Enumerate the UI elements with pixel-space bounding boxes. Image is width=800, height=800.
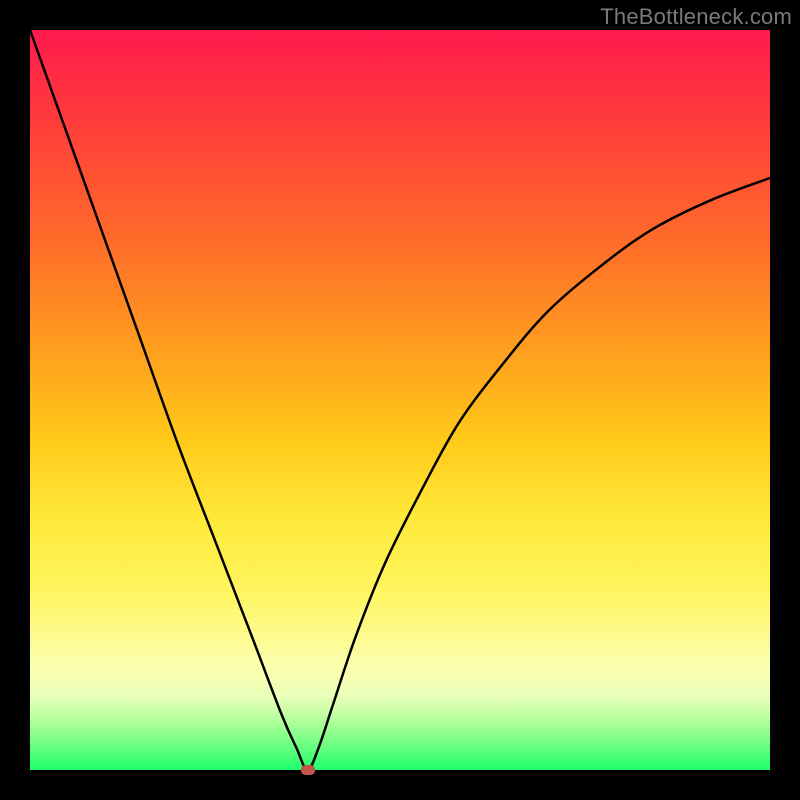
plot-area — [30, 30, 770, 770]
chart-frame: TheBottleneck.com — [0, 0, 800, 800]
watermark-text: TheBottleneck.com — [600, 4, 792, 30]
bottleneck-curve — [30, 30, 770, 770]
minimum-marker — [301, 765, 315, 775]
